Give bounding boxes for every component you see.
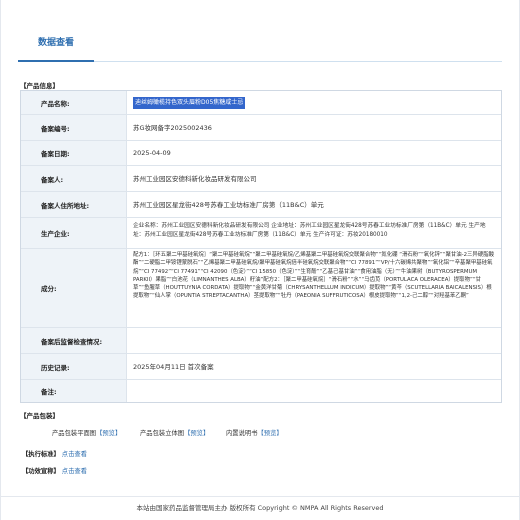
package-manual-label: 内置说明书: [226, 430, 258, 437]
value-record-number: 苏G妆网备字2025002436: [133, 123, 212, 132]
section-efficacy: 【功效宣称】: [22, 468, 60, 475]
label-inspection: 备案后监督检查情况:: [21, 328, 127, 353]
label-history: 历史记录:: [21, 354, 127, 379]
package-item-flat: 产品包装平面图【预览】: [52, 428, 121, 437]
label-record-number: 备案编号:: [21, 115, 127, 140]
row-history: 历史记录: 2025年04月11日 首次备案: [21, 354, 501, 380]
row-inspection: 备案后监督检查情况:: [21, 328, 501, 354]
efficacy-line: 【功效宣称】 点击查看: [22, 466, 87, 475]
page-footer: 本站由国家药品监督管理局主办 版权所有 Copyright © NMPA All…: [0, 496, 520, 520]
value-manufacturer: 企业名称：苏州工业园区安德科新化妆品研发有限公司 企业地址：苏州工业园区星龙街4…: [133, 223, 486, 238]
section-product-info: 【产品信息】: [20, 82, 59, 90]
package-item-manual: 内置说明书【预览】: [226, 428, 283, 437]
label-filer-address: 备案人住所地址:: [21, 192, 127, 217]
label-remarks: 备注:: [21, 380, 127, 402]
package-flat-label: 产品包装平面图: [52, 430, 97, 437]
row-product-name: 产品名称: 迪丝姆橄榄持色双头眉粉D05焦糖咸士忌: [21, 91, 501, 115]
label-manufacturer: 生产企业:: [21, 218, 127, 248]
package-flat-preview-link[interactable]: 【预览】: [96, 430, 121, 437]
row-ingredients: 成分: 配方1：［环五聚二甲基硅氧烷］“聚二甲基硅氧烷”“聚二甲基硅氧烷/乙烯基…: [21, 249, 501, 328]
row-filer-address: 备案人住所地址: 苏州工业园区星龙街428号苏春工业坊标准厂房第（11B&C）单…: [21, 192, 501, 218]
value-history: 2025年04月11日 首次备案: [133, 362, 214, 371]
value-inspection: [127, 328, 501, 353]
section-standard: 【执行标准】: [22, 451, 60, 458]
standard-view-link[interactable]: 点击查看: [62, 451, 87, 458]
product-info-table: 产品名称: 迪丝姆橄榄持色双头眉粉D05焦糖咸士忌 备案编号: 苏G妆网备字20…: [20, 90, 502, 403]
product-name-text: 迪丝姆橄榄持色双头眉粉D05焦糖咸士忌: [133, 96, 246, 109]
label-ingredients: 成分:: [21, 249, 127, 327]
row-manufacturer: 生产企业: 企业名称：苏州工业园区安德科新化妆品研发有限公司 企业地址：苏州工业…: [21, 218, 501, 249]
value-product-name: 迪丝姆橄榄持色双头眉粉D05焦糖咸士忌: [127, 91, 501, 114]
package-item-3d: 产品包装立体图【预览】: [140, 428, 209, 437]
standard-line: 【执行标准】 点击查看: [22, 449, 87, 458]
row-record-date: 备案日期: 2025-04-09: [21, 141, 501, 166]
tab-bar: 数据查看: [18, 26, 502, 62]
row-remarks: 备注:: [21, 380, 501, 402]
tab-data-view[interactable]: 数据查看: [18, 26, 94, 62]
label-filer: 备案人:: [21, 166, 127, 191]
package-3d-preview-link[interactable]: 【预览】: [184, 430, 209, 437]
row-filer: 备案人: 苏州工业园区安德科新化妆品研发有限公司: [21, 166, 501, 192]
value-ingredients: 配方1：［环五聚二甲基硅氧烷］“聚二甲基硅氧烷”“聚二甲基硅氧烷/乙烯基聚二甲基…: [133, 252, 494, 300]
package-3d-label: 产品包装立体图: [140, 430, 185, 437]
value-record-date: 2025-04-09: [133, 149, 171, 157]
efficacy-view-link[interactable]: 点击查看: [62, 468, 87, 475]
package-manual-preview-link[interactable]: 【预览】: [257, 430, 282, 437]
value-filer: 苏州工业园区安德科新化妆品研发有限公司: [133, 174, 257, 183]
row-record-number: 备案编号: 苏G妆网备字2025002436: [21, 115, 501, 141]
label-record-date: 备案日期:: [21, 141, 127, 165]
section-package: 【产品包装】: [20, 412, 59, 420]
value-remarks: [127, 380, 501, 402]
label-product-name: 产品名称:: [21, 91, 127, 114]
value-filer-address: 苏州工业园区星龙街428号苏春工业坊标准厂房第（11B&C）单元: [133, 200, 324, 209]
